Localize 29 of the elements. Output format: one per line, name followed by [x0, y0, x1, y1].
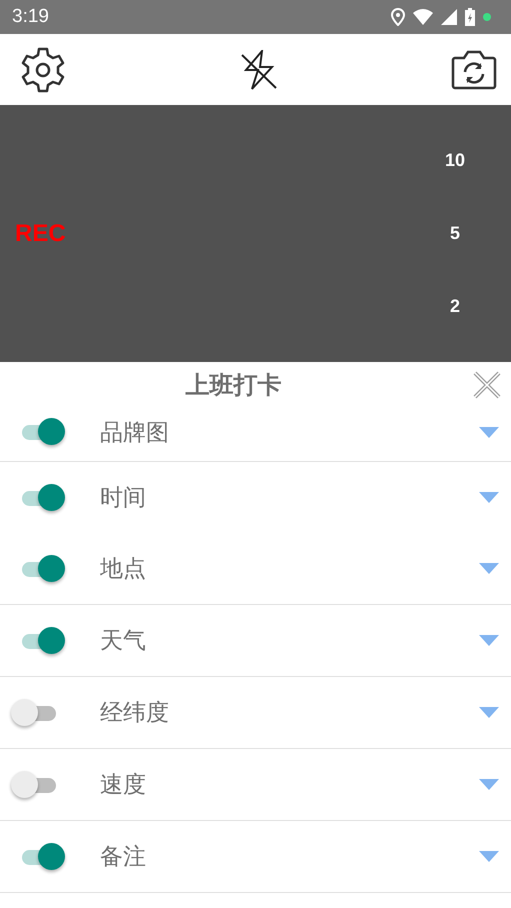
status-time: 3:19 [12, 6, 49, 28]
dropdown-caret-icon[interactable] [479, 635, 499, 646]
notification-dot-icon [483, 13, 491, 21]
option-label: 品牌图 [100, 418, 170, 448]
option-label: 备注 [100, 843, 147, 872]
panel-title: 上班打卡 [186, 370, 282, 400]
battery-icon [465, 8, 475, 26]
zoom-level[interactable]: 10 [444, 149, 465, 172]
recording-label: REC [15, 220, 66, 248]
zoom-level[interactable]: 2 [450, 295, 460, 318]
dropdown-caret-icon[interactable] [479, 779, 499, 790]
option-label: 经纬度 [100, 699, 170, 728]
dropdown-caret-icon[interactable] [479, 563, 499, 574]
wifi-icon [413, 9, 433, 25]
signal-icon [441, 9, 457, 25]
dropdown-caret-icon[interactable] [479, 851, 499, 862]
flash-off-icon[interactable] [240, 50, 278, 90]
option-label: 天气 [100, 627, 147, 656]
settings-icon[interactable] [19, 46, 67, 94]
dropdown-caret-icon[interactable] [479, 426, 499, 438]
dropdown-caret-icon[interactable] [479, 492, 499, 503]
option-label: 地点 [100, 555, 147, 584]
close-icon[interactable] [472, 370, 502, 400]
location-icon [391, 8, 405, 26]
option-label: 速度 [100, 771, 147, 800]
dropdown-caret-icon[interactable] [479, 707, 499, 718]
switch-camera-icon[interactable] [451, 50, 497, 90]
zoom-level[interactable]: 5 [450, 222, 460, 245]
option-label: 时间 [100, 484, 147, 513]
